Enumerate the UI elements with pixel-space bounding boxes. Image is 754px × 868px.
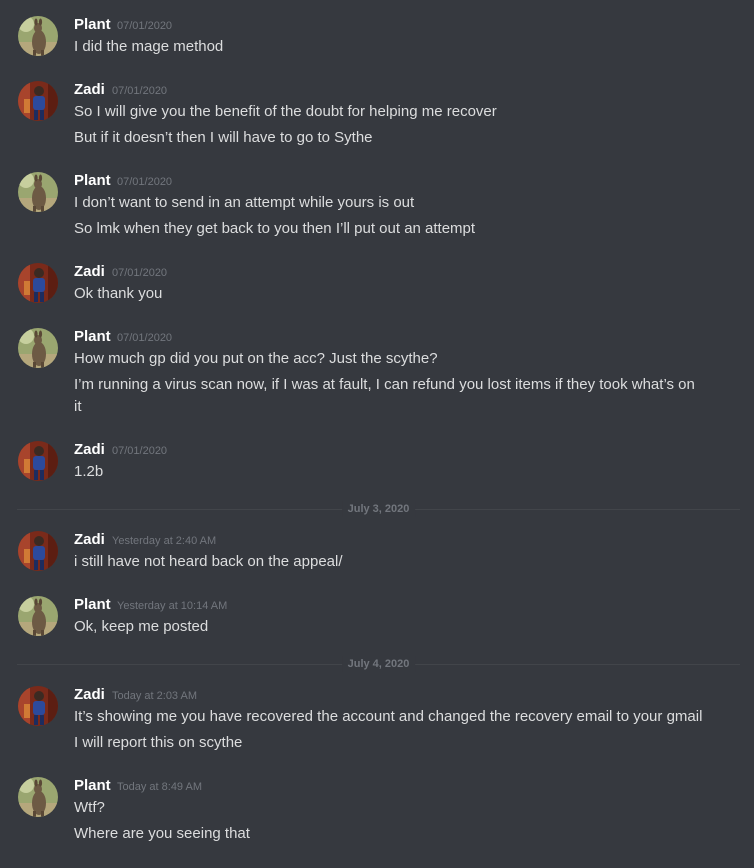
date-divider-label: July 3, 2020 bbox=[341, 501, 416, 517]
author-name[interactable]: Zadi bbox=[74, 686, 105, 704]
message-text: I don’t want to send in an attempt while… bbox=[74, 194, 415, 211]
message-text: 1.2b bbox=[74, 463, 104, 480]
plant-avatar[interactable] bbox=[18, 777, 58, 817]
message-timestamp: 07/01/2020 bbox=[112, 445, 168, 457]
message-text: Ok, keep me posted bbox=[74, 618, 209, 635]
message-text: Where are you seeing that bbox=[74, 825, 250, 842]
kangaroo-avatar-icon bbox=[18, 328, 58, 368]
message-timestamp: 07/01/2020 bbox=[117, 176, 173, 188]
message-text: I did the mage method bbox=[74, 38, 224, 55]
message-text: How much gp did you put on the acc? Just… bbox=[74, 350, 438, 367]
zadi-avatar[interactable] bbox=[18, 81, 58, 121]
message-timestamp: 07/01/2020 bbox=[117, 332, 173, 344]
date-divider: July 4, 2020 bbox=[17, 656, 740, 672]
message-text: But if it doesn’t then I will have to go… bbox=[74, 129, 373, 146]
author-name[interactable]: Plant bbox=[74, 328, 111, 346]
author-name[interactable]: Plant bbox=[74, 16, 111, 34]
author-name[interactable]: Plant bbox=[74, 172, 111, 190]
message-timestamp: 07/01/2020 bbox=[112, 267, 168, 279]
author-name[interactable]: Plant bbox=[74, 777, 111, 795]
plant-avatar[interactable] bbox=[18, 596, 58, 636]
message-text: So I will give you the benefit of the do… bbox=[74, 103, 497, 120]
message-text: I’m running a virus scan now, if I was a… bbox=[74, 376, 695, 415]
person-avatar-icon bbox=[18, 263, 58, 303]
author-name[interactable]: Zadi bbox=[74, 531, 105, 549]
message-text: It’s showing me you have recovered the a… bbox=[74, 708, 703, 725]
kangaroo-avatar-icon bbox=[18, 777, 58, 817]
message-timestamp: 07/01/2020 bbox=[112, 85, 168, 97]
message-timestamp: 07/01/2020 bbox=[117, 20, 173, 32]
plant-avatar[interactable] bbox=[18, 16, 58, 56]
kangaroo-avatar-icon bbox=[18, 16, 58, 56]
person-avatar-icon bbox=[18, 81, 58, 121]
author-name[interactable]: Plant bbox=[74, 596, 111, 614]
kangaroo-avatar-icon bbox=[18, 596, 58, 636]
person-avatar-icon bbox=[18, 531, 58, 571]
author-name[interactable]: Zadi bbox=[74, 263, 105, 281]
zadi-avatar[interactable] bbox=[18, 263, 58, 303]
message-timestamp: Today at 8:49 AM bbox=[117, 781, 202, 793]
zadi-avatar[interactable] bbox=[18, 686, 58, 726]
message-text: Ok thank you bbox=[74, 285, 163, 302]
zadi-avatar[interactable] bbox=[18, 531, 58, 571]
message-text: i still have not heard back on the appea… bbox=[74, 553, 343, 570]
person-avatar-icon bbox=[18, 441, 58, 481]
message-timestamp: Today at 2:03 AM bbox=[112, 690, 197, 702]
message-text: Wtf? bbox=[74, 799, 105, 816]
person-avatar-icon bbox=[18, 686, 58, 726]
plant-avatar[interactable] bbox=[18, 172, 58, 212]
plant-avatar[interactable] bbox=[18, 328, 58, 368]
author-name[interactable]: Zadi bbox=[74, 81, 105, 99]
message-text: So lmk when they get back to you then I’… bbox=[74, 220, 476, 237]
zadi-avatar[interactable] bbox=[18, 441, 58, 481]
kangaroo-avatar-icon bbox=[18, 172, 58, 212]
date-divider-label: July 4, 2020 bbox=[341, 656, 416, 672]
date-divider: July 3, 2020 bbox=[17, 501, 740, 517]
message-timestamp: Yesterday at 2:40 AM bbox=[112, 535, 217, 547]
message-timestamp: Yesterday at 10:14 AM bbox=[117, 600, 228, 612]
message-text: I will report this on scythe bbox=[74, 734, 243, 751]
author-name[interactable]: Zadi bbox=[74, 441, 105, 459]
